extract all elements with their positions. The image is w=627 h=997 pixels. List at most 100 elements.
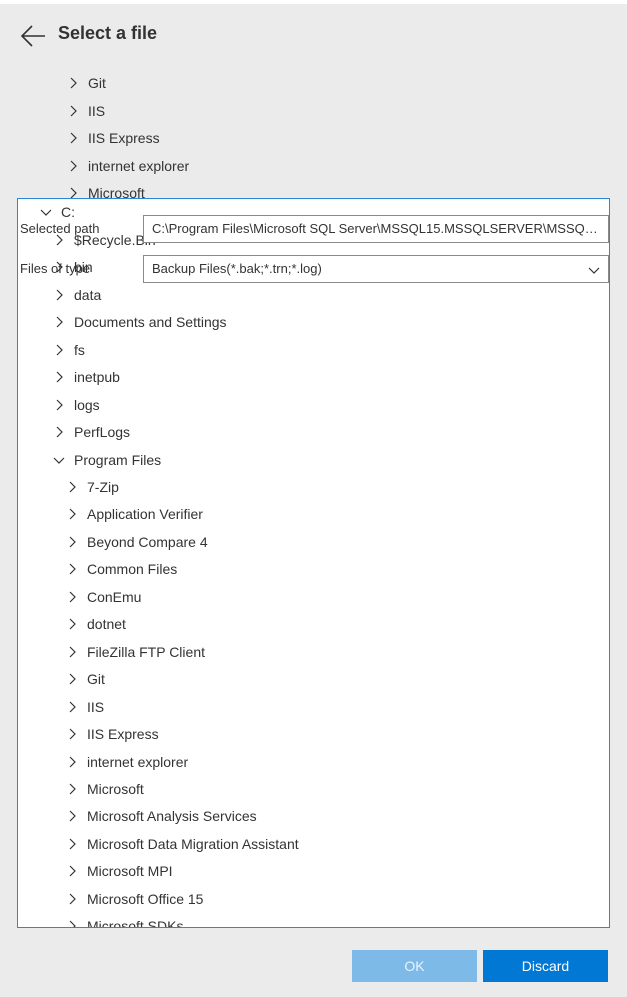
tree-item-label: Program Files xyxy=(74,452,162,468)
tree-item-label: Microsoft Office 15 xyxy=(87,891,204,907)
chevron-right-icon[interactable] xyxy=(66,920,78,928)
tree-item[interactable]: Microsoft Analysis Services xyxy=(66,803,257,830)
chevron-right-icon[interactable] xyxy=(66,838,78,850)
tree-item-label: Microsoft Data Migration Assistant xyxy=(87,836,299,852)
background-tree-item: Microsoft xyxy=(67,180,145,198)
tree-item-label: IIS xyxy=(87,699,105,715)
chevron-right-icon[interactable] xyxy=(66,810,78,822)
background-tree: Git IIS IIS Express internet explorer Micros… xyxy=(17,68,610,198)
chevron-right-icon[interactable] xyxy=(67,105,79,117)
chevron-right-icon[interactable] xyxy=(53,426,65,438)
tree-item-label: dotnet xyxy=(87,616,126,632)
tree-item[interactable]: Git xyxy=(66,666,105,693)
chevron-right-icon[interactable] xyxy=(53,399,65,411)
files-of-type-label: Files of type xyxy=(20,261,91,276)
chevron-right-icon[interactable] xyxy=(66,673,78,685)
tree-root-label: C: xyxy=(61,204,75,220)
arrow-left-icon[interactable] xyxy=(18,21,48,51)
chevron-right-icon[interactable] xyxy=(53,316,65,328)
chevron-right-icon[interactable] xyxy=(66,865,78,877)
tree-item[interactable]: Microsoft Office 15 xyxy=(66,886,203,913)
tree-item-label: Microsoft SDKs xyxy=(87,918,184,928)
chevron-right-icon[interactable] xyxy=(66,536,78,548)
tree-item-label: fs xyxy=(74,342,85,358)
files-of-type-select[interactable]: Backup Files(*.bak;*.trn;*.log) xyxy=(143,255,609,283)
chevron-right-icon[interactable] xyxy=(66,508,78,520)
chevron-right-icon[interactable] xyxy=(66,756,78,768)
tree-item[interactable]: Microsoft SDKs xyxy=(66,913,184,928)
chevron-right-icon[interactable] xyxy=(66,728,78,740)
chevron-right-icon[interactable] xyxy=(66,893,78,905)
tree-item-label: Git xyxy=(87,671,105,687)
tree-item[interactable]: logs xyxy=(53,392,100,419)
background-tree-item: Git xyxy=(67,70,106,97)
tree-item-label: inetpub xyxy=(74,369,120,385)
tree-item[interactable]: internet explorer xyxy=(66,749,188,776)
tree-item-label: ConEmu xyxy=(87,589,142,605)
chevron-right-icon[interactable] xyxy=(53,344,65,356)
tree-item-label: Microsoft xyxy=(87,781,144,797)
tree-item[interactable]: fs xyxy=(53,337,85,364)
chevron-right-icon[interactable] xyxy=(66,563,78,575)
tree-item-label: Microsoft Analysis Services xyxy=(87,808,257,824)
tree-item[interactable]: Common Files xyxy=(66,556,177,583)
chevron-down-icon[interactable] xyxy=(40,206,52,218)
chevron-right-icon[interactable] xyxy=(66,783,78,795)
chevron-down-icon xyxy=(588,267,600,274)
chevron-right-icon[interactable] xyxy=(66,618,78,630)
chevron-right-icon[interactable] xyxy=(53,371,65,383)
background-tree-item: IIS xyxy=(67,98,105,125)
chevron-right-icon[interactable] xyxy=(66,481,78,493)
background-tree-item: internet explorer xyxy=(67,153,189,180)
file-browser-panel: Git IIS IIS Express internet explorer Micros… xyxy=(17,68,610,928)
tree-item-label: Application Verifier xyxy=(87,506,203,522)
tree-item[interactable]: 7-Zip xyxy=(66,474,119,501)
tree-item-label: internet explorer xyxy=(87,754,189,770)
select-file-dialog: Select a file Git IIS IIS Express internet … xyxy=(0,4,627,997)
tree-item[interactable]: Microsoft xyxy=(66,776,144,803)
tree-item-label: PerfLogs xyxy=(74,424,131,440)
tree-item-label: Common Files xyxy=(87,561,178,577)
chevron-right-icon[interactable] xyxy=(67,187,79,198)
chevron-right-icon[interactable] xyxy=(53,289,65,301)
tree-item-label: Git xyxy=(88,75,106,91)
tree-item[interactable]: Beyond Compare 4 xyxy=(66,529,208,556)
chevron-right-icon[interactable] xyxy=(67,160,79,172)
chevron-right-icon[interactable] xyxy=(66,701,78,713)
file-tree-panel[interactable]: C: $Recycle.Bin bin data Documents and Sett… xyxy=(17,198,610,928)
tree-item-label: logs xyxy=(74,397,100,413)
tree-item[interactable]: dotnet xyxy=(66,611,126,638)
tree-item[interactable]: Documents and Settings xyxy=(53,309,227,336)
tree-item-label: IIS Express xyxy=(88,130,160,146)
tree-item-label: data xyxy=(74,287,102,303)
chevron-down-icon[interactable] xyxy=(53,454,65,466)
tree-item[interactable]: data xyxy=(53,282,101,309)
tree-item-label: internet explorer xyxy=(88,157,190,174)
tree-item[interactable]: PerfLogs xyxy=(53,419,130,446)
tree-item-label: IIS Express xyxy=(87,726,159,742)
chevron-right-icon[interactable] xyxy=(66,591,78,603)
chevron-right-icon[interactable] xyxy=(66,646,78,658)
tree-item[interactable]: IIS xyxy=(66,694,104,721)
chevron-right-icon[interactable] xyxy=(67,77,79,89)
files-of-type-value: Backup Files(*.bak;*.trn;*.log) xyxy=(152,261,322,276)
tree-item[interactable]: Application Verifier xyxy=(66,501,203,528)
selected-path-field[interactable]: C:\Program Files\Microsoft SQL Server\MS… xyxy=(143,215,609,243)
discard-button[interactable]: Discard xyxy=(483,950,608,982)
tree-item[interactable]: IIS Express xyxy=(66,721,159,748)
tree-item-label: Documents and Settings xyxy=(74,314,227,330)
dialog-title: Select a file xyxy=(58,23,158,43)
tree-item[interactable]: inetpub xyxy=(53,364,120,391)
ok-button[interactable]: OK xyxy=(352,950,477,982)
tree-item[interactable]: Program Files xyxy=(53,447,161,474)
dialog-header: Select a file xyxy=(0,4,627,68)
tree-item-label: Microsoft xyxy=(88,185,145,198)
tree-item-label: Microsoft MPI xyxy=(87,863,173,879)
tree-item-label: 7-Zip xyxy=(87,479,119,495)
chevron-right-icon[interactable] xyxy=(67,132,79,144)
tree-item[interactable]: Microsoft MPI xyxy=(66,858,173,885)
tree-item[interactable]: Microsoft Data Migration Assistant xyxy=(66,831,299,858)
tree-item[interactable]: ConEmu xyxy=(66,584,141,611)
tree-item-label: IIS xyxy=(88,102,106,119)
tree-item[interactable]: FileZilla FTP Client xyxy=(66,639,205,666)
